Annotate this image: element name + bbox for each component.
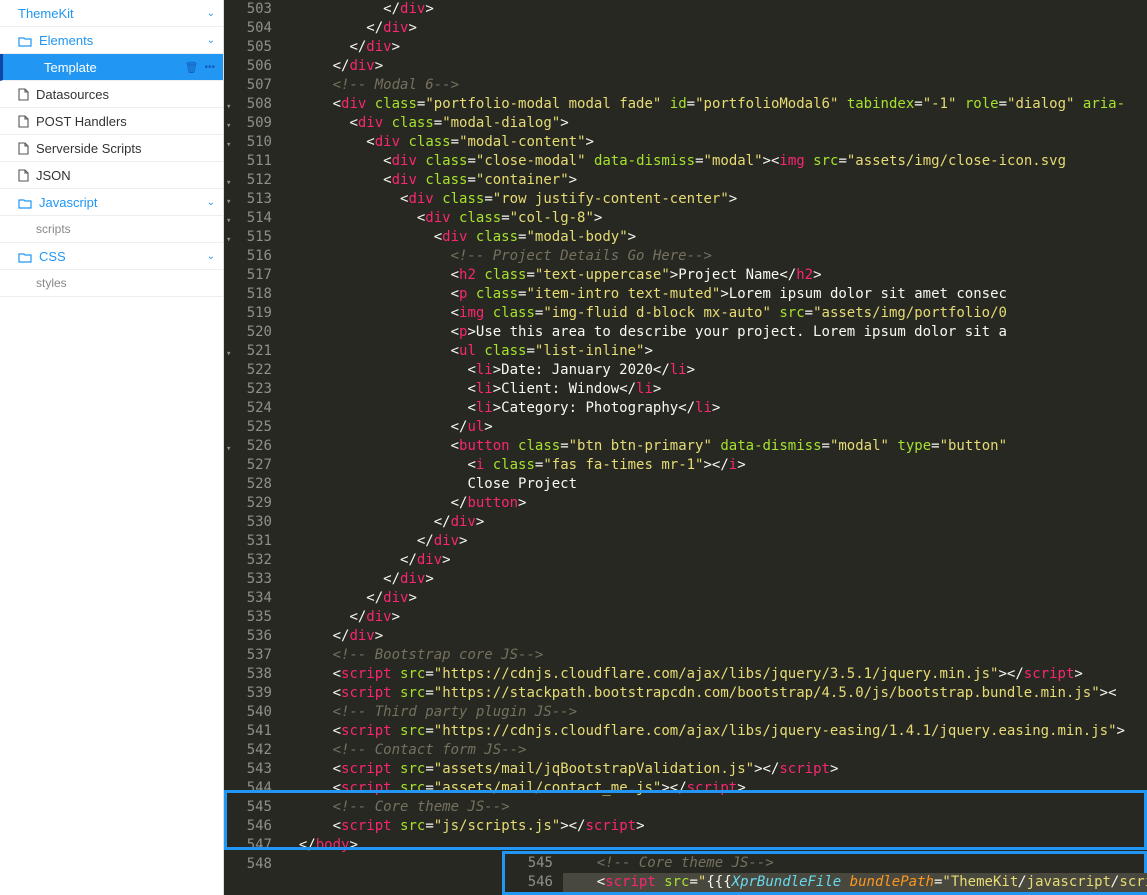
folder-icon [18, 197, 32, 208]
sidebar-item-label: Elements [39, 33, 93, 48]
sidebar-item-datasources[interactable]: Datasources [0, 81, 223, 108]
file-icon [18, 169, 29, 182]
sidebar-item-serverside-scripts[interactable]: Serverside Scripts [0, 135, 223, 162]
sidebar: ThemeKit ⌄ Elements ⌄ Template 🗑 ••• Dat… [0, 0, 224, 895]
inset-line-gutter: 545546 [505, 854, 563, 892]
sidebar-item-label: POST Handlers [36, 114, 127, 129]
file-icon [18, 142, 29, 155]
sidebar-item-label: JSON [36, 168, 71, 183]
code-content[interactable]: </div> </div> </div> </div> <!-- Modal 6… [282, 0, 1125, 895]
sidebar-item-styles[interactable]: styles [0, 270, 223, 297]
chevron-down-icon: ⌄ [207, 251, 215, 262]
line-gutter: 503504505506507508▾509▾510▾511512▾513▾51… [224, 0, 282, 895]
chevron-down-icon: ⌄ [207, 8, 215, 19]
chevron-down-icon: ⌄ [207, 197, 215, 208]
sidebar-item-javascript[interactable]: Javascript ⌄ [0, 189, 223, 216]
sidebar-item-post-handlers[interactable]: POST Handlers [0, 108, 223, 135]
trash-icon[interactable]: 🗑 [185, 61, 199, 74]
sidebar-item-label: ThemeKit [18, 6, 74, 21]
sidebar-item-json[interactable]: JSON [0, 162, 223, 189]
more-icon[interactable]: ••• [204, 62, 215, 73]
sidebar-item-css[interactable]: CSS ⌄ [0, 243, 223, 270]
sidebar-item-template[interactable]: Template 🗑 ••• [0, 54, 223, 81]
sidebar-item-label: CSS [39, 249, 66, 264]
file-icon [18, 115, 29, 128]
folder-icon [18, 251, 32, 262]
sidebar-item-label: scripts [36, 222, 71, 236]
sidebar-item-themekit[interactable]: ThemeKit ⌄ [0, 0, 223, 27]
chevron-down-icon: ⌄ [207, 35, 215, 46]
sidebar-item-label: Serverside Scripts [36, 141, 141, 156]
inset-code-content[interactable]: <!-- Core theme JS--> <script src="{{{Xp… [563, 854, 1147, 892]
folder-icon [18, 35, 32, 46]
code-editor[interactable]: 503504505506507508▾509▾510▾511512▾513▾51… [224, 0, 1147, 895]
inset-editor[interactable]: 545546 <!-- Core theme JS--> <script src… [502, 851, 1147, 895]
sidebar-item-label: Datasources [36, 87, 109, 102]
sidebar-item-scripts[interactable]: scripts [0, 216, 223, 243]
sidebar-item-label: Template [44, 60, 97, 75]
sidebar-item-label: Javascript [39, 195, 98, 210]
sidebar-item-elements[interactable]: Elements ⌄ [0, 27, 223, 54]
file-icon [18, 88, 29, 101]
sidebar-item-label: styles [36, 276, 67, 290]
